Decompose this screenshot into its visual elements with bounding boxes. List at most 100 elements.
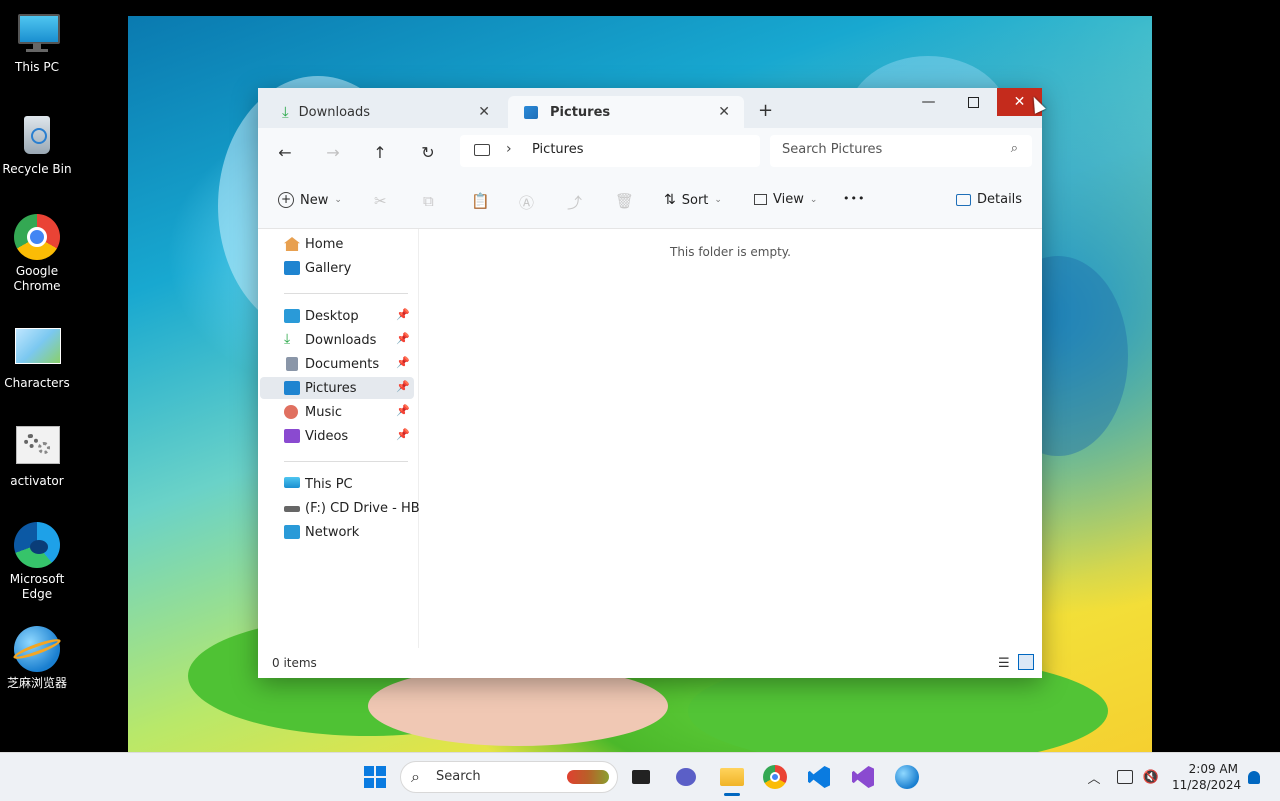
pin-icon[interactable]: 📌 — [396, 332, 410, 345]
settings-gears-icon — [14, 424, 60, 470]
minimize-button[interactable]: — — [906, 88, 951, 116]
pin-icon[interactable]: 📌 — [396, 356, 410, 369]
start-button[interactable] — [361, 763, 389, 791]
desktop-icon-recycle-bin[interactable]: Recycle Bin — [0, 112, 74, 177]
copy-icon: ⧉ — [423, 192, 434, 210]
view-button[interactable]: View ⌄ — [754, 192, 817, 207]
monitor-icon — [14, 10, 60, 56]
recycle-bin-icon — [14, 112, 60, 158]
details-view-button[interactable]: ☰ — [998, 656, 1010, 671]
nav-item-documents[interactable]: Documents 📌 — [260, 353, 414, 375]
nav-item-downloads[interactable]: ⤓ Downloads 📌 — [260, 329, 414, 351]
vscode-icon — [808, 766, 830, 788]
pin-icon[interactable]: 📌 — [396, 428, 410, 441]
visual-studio-taskbar-button[interactable] — [849, 763, 877, 791]
refresh-button[interactable]: ↻ — [416, 140, 440, 164]
desktop-icon-this-pc[interactable]: This PC — [0, 10, 74, 75]
desktop-icon-microsoft-edge[interactable]: Microsoft Edge — [0, 522, 74, 602]
desktop-icon — [284, 309, 300, 323]
desktop-icon-label: Edge — [21, 587, 53, 601]
maximize-button[interactable] — [951, 88, 996, 116]
folder-icon — [720, 768, 744, 786]
pin-icon[interactable]: 📌 — [396, 308, 410, 321]
vscode-taskbar-button[interactable] — [805, 763, 833, 791]
desktop-icon-activator[interactable]: activator — [0, 424, 74, 489]
delete-button[interactable]: 🗑 — [615, 192, 634, 210]
large-icons-view-button[interactable] — [1018, 654, 1034, 670]
rename-button[interactable]: Ⓐ — [519, 192, 534, 213]
new-tab-button[interactable]: + — [758, 100, 773, 121]
chrome-icon — [763, 765, 787, 789]
speaker-muted-icon: 🔇 — [1142, 769, 1160, 785]
search-box[interactable]: Search Pictures ⌕ — [770, 135, 1032, 167]
tab-downloads[interactable]: ⤓ Downloads ✕ — [266, 96, 504, 128]
nav-item-this-pc[interactable]: This PC — [260, 473, 414, 495]
monitor-icon — [474, 144, 490, 156]
notifications-button[interactable] — [1240, 763, 1268, 791]
copy-button[interactable]: ⧉ — [423, 192, 434, 210]
details-button[interactable]: Details — [956, 192, 1022, 207]
nav-item-cd-drive[interactable]: (F:) CD Drive - HBCD — [260, 497, 439, 519]
forward-button[interactable]: → — [321, 140, 345, 164]
up-button[interactable]: ↑ — [368, 140, 392, 164]
tab-pictures[interactable]: Pictures ✕ — [508, 96, 744, 128]
desktop-icon-google-chrome[interactable]: Google Chrome — [0, 214, 74, 294]
nav-item-pictures[interactable]: Pictures 📌 — [260, 377, 414, 399]
breadcrumb-location[interactable]: Pictures — [532, 142, 583, 157]
home-icon — [284, 237, 300, 251]
download-icon: ⤓ — [282, 103, 289, 121]
taskbar-search[interactable]: ⌕ Search — [400, 761, 618, 793]
scissors-icon: ✂ — [374, 192, 387, 210]
browser-taskbar-button[interactable] — [893, 763, 921, 791]
command-bar: + New ⌄ ✂ ⧉ 📋 Ⓐ ⤴ 🗑 ⇅ Sort ⌄ View ⌄ ••• … — [258, 174, 1042, 229]
paste-button[interactable]: 📋 — [471, 192, 490, 210]
navigation-pane: Home Gallery Desktop 📌 ⤓ Downloads 📌 Doc… — [258, 229, 439, 648]
clipboard-icon: 📋 — [471, 192, 490, 210]
trash-icon: 🗑 — [615, 192, 635, 210]
desktop-icon-label: Recycle Bin — [2, 162, 72, 176]
pin-icon[interactable]: 📌 — [396, 404, 410, 417]
minimize-icon: — — [921, 94, 936, 110]
task-view-button[interactable] — [627, 763, 655, 791]
chevron-up-icon: ︿ — [1087, 771, 1101, 787]
new-button[interactable]: + New ⌄ — [278, 192, 342, 208]
sort-label: Sort — [681, 192, 709, 208]
pictures-icon — [284, 381, 300, 395]
search-input[interactable]: Search Pictures — [782, 142, 882, 157]
sort-button[interactable]: ⇅ Sort ⌄ — [664, 192, 722, 208]
nav-item-music[interactable]: Music 📌 — [260, 401, 414, 423]
nav-item-videos[interactable]: Videos 📌 — [260, 425, 414, 447]
show-hidden-icons-button[interactable]: ︿ — [1080, 763, 1108, 791]
close-icon: ✕ — [1013, 94, 1026, 110]
desktop-icon-characters[interactable]: Characters — [0, 326, 74, 391]
nav-item-gallery[interactable]: Gallery — [260, 257, 414, 279]
more-options-button[interactable]: ••• — [843, 192, 865, 205]
file-list-area[interactable]: This folder is empty. — [419, 229, 1042, 648]
close-tab-icon[interactable]: ✕ — [718, 104, 730, 120]
gallery-icon — [284, 261, 300, 275]
file-explorer-taskbar-button[interactable] — [718, 763, 746, 796]
nav-item-desktop[interactable]: Desktop 📌 — [260, 305, 414, 327]
browser-globe-icon — [895, 765, 919, 789]
desktop-icon-label: activator — [10, 474, 64, 488]
share-button[interactable]: ⤴ — [567, 192, 582, 213]
address-bar[interactable]: › Pictures — [460, 135, 760, 167]
teams-chat-button[interactable] — [672, 763, 700, 791]
wallpaper-shape — [368, 666, 668, 746]
pictures-icon — [524, 105, 538, 119]
pin-icon[interactable]: 📌 — [396, 380, 410, 393]
nav-item-home[interactable]: Home — [260, 233, 414, 255]
network-status-button[interactable] — [1111, 763, 1139, 791]
nav-item-network[interactable]: Network — [260, 521, 414, 543]
chrome-taskbar-button[interactable] — [761, 763, 789, 791]
volume-button[interactable]: 🔇 — [1137, 763, 1165, 791]
cd-drive-icon — [284, 506, 300, 512]
file-explorer-window: ⤓ Downloads ✕ Pictures ✕ + — ✕ ← → ↑ ↻ ›… — [258, 88, 1042, 678]
divider — [284, 461, 408, 462]
refresh-icon: ↻ — [421, 142, 435, 162]
clock[interactable]: 2:09 AM 11/28/2024 — [1172, 761, 1241, 793]
close-tab-icon[interactable]: ✕ — [478, 104, 490, 120]
desktop-icon-zhima-browser[interactable]: 芝麻浏览器 — [0, 626, 74, 691]
cut-button[interactable]: ✂ — [374, 192, 387, 210]
back-button[interactable]: ← — [273, 140, 297, 164]
